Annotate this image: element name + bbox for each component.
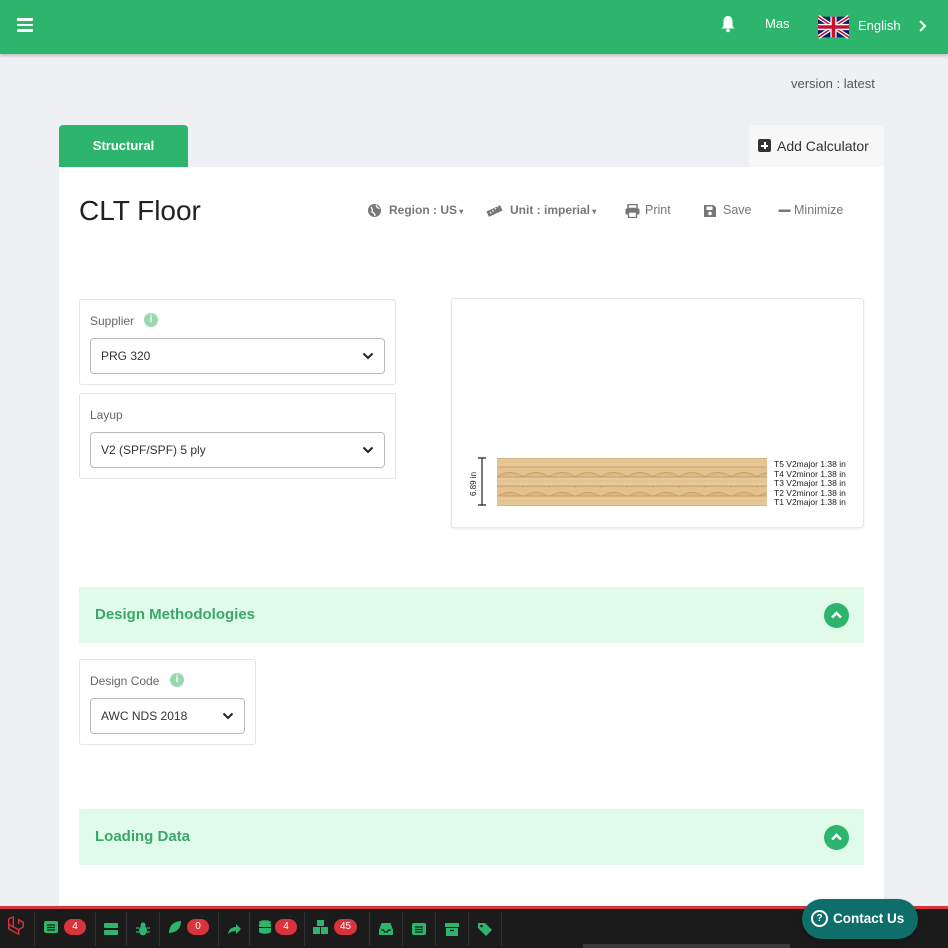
- clt-panel-preview: 6.89 in T5 V2major 1.38 in T4 V2minor 1.…: [451, 298, 864, 528]
- print-button[interactable]: Print: [625, 203, 671, 218]
- plus-square-icon: [758, 139, 771, 152]
- models-badge: 45: [334, 919, 358, 935]
- laravel-logo-icon[interactable]: [6, 916, 26, 936]
- messages-badge: 4: [64, 919, 86, 935]
- save-button[interactable]: Save: [703, 203, 752, 217]
- unit-dropdown[interactable]: Unit : imperial ▾: [486, 203, 596, 217]
- chevron-down-icon: [362, 446, 374, 454]
- debug-scroll-indicator: [583, 944, 790, 948]
- info-icon[interactable]: i: [170, 673, 184, 687]
- unit-label: Unit : imperial: [510, 203, 591, 217]
- design-code-field: Design Code i AWC NDS 2018: [79, 659, 256, 745]
- contact-us-label: Contact Us: [833, 911, 905, 926]
- chevron-right-icon[interactable]: [917, 19, 927, 33]
- loading-data-header[interactable]: Loading Data: [79, 809, 864, 865]
- share-icon[interactable]: [226, 919, 242, 939]
- layer-label-t1: T1 V2major 1.38 in: [774, 497, 846, 507]
- region-dropdown[interactable]: Region : US ▾: [367, 203, 463, 217]
- list-icon: [44, 921, 58, 933]
- caret-down-icon: ▾: [590, 207, 597, 216]
- list-alt-icon[interactable]: [411, 919, 427, 939]
- exceptions-badge: 0: [187, 919, 209, 935]
- layup-field: Layup V2 (SPF/SPF) 5 ply: [79, 393, 396, 479]
- layup-label: Layup: [90, 408, 123, 422]
- bell-icon[interactable]: [720, 15, 736, 33]
- design-code-label: Design Code: [90, 674, 160, 688]
- thickness-dimension-line: [478, 457, 486, 506]
- bug-icon[interactable]: [135, 919, 151, 939]
- supplier-label: Supplier: [90, 314, 135, 328]
- server-icon[interactable]: [103, 919, 119, 939]
- printer-icon: [625, 204, 640, 218]
- contact-us-button[interactable]: ? Contact Us: [802, 899, 918, 939]
- minimize-button[interactable]: Minimize: [778, 203, 843, 217]
- design-code-select[interactable]: AWC NDS 2018: [90, 698, 245, 734]
- print-label: Print: [645, 203, 671, 217]
- section-title: Design Methodologies: [95, 606, 256, 623]
- ruler-icon: [486, 205, 503, 217]
- region-label: Region : US: [389, 203, 457, 217]
- tags-icon[interactable]: [477, 919, 493, 939]
- layup-select[interactable]: V2 (SPF/SPF) 5 ply: [90, 432, 385, 468]
- page-title: CLT Floor: [79, 195, 201, 226]
- add-calculator-label: Add Calculator: [777, 138, 869, 154]
- caret-down-icon: ▾: [457, 207, 464, 216]
- top-navbar: Mas English: [0, 0, 948, 54]
- globe-icon: [368, 204, 381, 217]
- calculator-card: CLT Floor Region : US ▾ Unit : imperial …: [59, 167, 884, 912]
- debug-messages-tab[interactable]: 4: [43, 919, 88, 939]
- minimize-label: Minimize: [794, 203, 844, 217]
- layer-label-t5: T5 V2major 1.38 in: [774, 459, 846, 469]
- queries-badge: 4: [275, 919, 297, 935]
- language-selector[interactable]: English: [858, 18, 901, 33]
- design-methodologies-header[interactable]: Design Methodologies: [79, 587, 864, 643]
- leaf-icon: [169, 921, 181, 933]
- debug-models-tab[interactable]: 45: [312, 919, 364, 939]
- tab-structural[interactable]: Structural: [59, 125, 188, 167]
- database-icon: [259, 920, 271, 934]
- debug-queries-tab[interactable]: 4: [257, 919, 302, 939]
- chevron-up-icon[interactable]: [824, 825, 849, 850]
- user-name[interactable]: Mas: [765, 16, 790, 31]
- question-circle-icon: ?: [811, 910, 828, 927]
- floppy-disk-icon: [704, 205, 716, 217]
- save-label: Save: [723, 203, 752, 217]
- inbox-icon[interactable]: [378, 919, 394, 939]
- minus-icon: [778, 209, 791, 212]
- clt-layer-stack: [497, 458, 767, 506]
- menu-icon[interactable]: [17, 18, 33, 32]
- supplier-field: Supplier i PRG 320: [79, 299, 396, 385]
- cubes-icon: [313, 920, 328, 934]
- layup-value: V2 (SPF/SPF) 5 ply: [101, 443, 206, 457]
- layer-label-t3: T3 V2major 1.38 in: [774, 478, 846, 488]
- chevron-down-icon: [362, 352, 374, 360]
- debug-exceptions-tab[interactable]: 0: [167, 919, 212, 939]
- supplier-select[interactable]: PRG 320: [90, 338, 385, 374]
- archive-icon[interactable]: [444, 919, 460, 939]
- chevron-up-icon[interactable]: [824, 603, 849, 628]
- uk-flag-icon[interactable]: [818, 15, 849, 39]
- supplier-value: PRG 320: [101, 349, 151, 363]
- version-text: version : latest: [791, 76, 875, 91]
- section-title: Loading Data: [95, 828, 191, 845]
- design-code-value: AWC NDS 2018: [101, 709, 188, 723]
- info-icon[interactable]: i: [144, 313, 158, 327]
- add-calculator-button[interactable]: Add Calculator: [749, 125, 884, 167]
- chevron-down-icon: [222, 712, 234, 720]
